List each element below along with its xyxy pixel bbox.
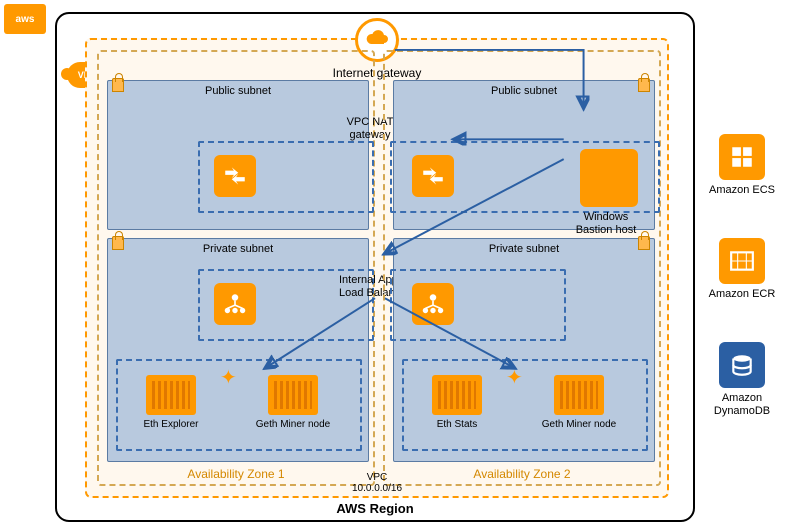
diagram-canvas: aws AWS Region VPC Internet gateway Avai… — [0, 0, 800, 532]
az1-public-label: Public subnet — [205, 85, 271, 97]
geth-miner-icon — [554, 375, 604, 415]
node-group-az2: Eth Stats Geth Miner node — [402, 359, 648, 451]
az1-public-subnet: Public subnet — [107, 80, 369, 230]
geth-miner-label: Geth Miner node — [253, 419, 333, 430]
nat-gateway-icon — [412, 155, 454, 197]
az2-public-label: Public subnet — [491, 85, 557, 97]
az2-public-subnet: Public subnet Windows Bastion host — [393, 80, 655, 230]
bastion-host-icon — [580, 149, 638, 207]
service-ecs: Amazon ECS — [705, 134, 779, 197]
service-ecr: Amazon ECR — [705, 238, 779, 301]
az2-label: Availability Zone 2 — [473, 467, 570, 481]
vpc-container: Internet gateway Availability Zone 1 Pub… — [85, 38, 669, 498]
load-balancer-icon — [214, 283, 256, 325]
lock-icon — [638, 236, 650, 250]
aws-logo: aws — [4, 4, 46, 34]
az1-private-subnet: Private subnet ✦ Eth Explorer Geth Miner… — [107, 238, 369, 462]
nat-gateway-icon — [214, 155, 256, 197]
dynamodb-label: Amazon DynamoDB — [705, 392, 779, 418]
load-balancer-icon — [412, 283, 454, 325]
az1-label: Availability Zone 1 — [187, 467, 284, 481]
eth-stats-icon — [432, 375, 482, 415]
eth-explorer-icon — [146, 375, 196, 415]
ecs-label: Amazon ECS — [705, 184, 779, 197]
node-group-az1: Eth Explorer Geth Miner node — [116, 359, 362, 451]
eth-explorer-label: Eth Explorer — [131, 419, 211, 430]
lock-icon — [638, 78, 650, 92]
az2-private-subnet: Private subnet ✦ Eth Stats Geth Miner no… — [393, 238, 655, 462]
lock-icon — [112, 236, 124, 250]
lock-icon — [112, 78, 124, 92]
ecr-icon — [719, 238, 765, 284]
geth-miner-label: Geth Miner node — [539, 419, 619, 430]
eth-stats-label: Eth Stats — [417, 419, 497, 430]
service-dynamodb: Amazon DynamoDB — [705, 342, 779, 418]
ecs-icon — [719, 134, 765, 180]
bastion-host-label: Windows Bastion host — [564, 211, 648, 237]
vpc-cidr-label: VPC10.0.0.0/16 — [352, 472, 402, 494]
aws-region: AWS Region VPC Internet gateway Availabi… — [55, 12, 695, 522]
availability-zone-2: Availability Zone 2 Public subnet Window… — [383, 50, 661, 486]
az1-private-label: Private subnet — [203, 243, 273, 255]
availability-zone-1: Availability Zone 1 Public subnet Privat… — [97, 50, 375, 486]
az2-private-label: Private subnet — [489, 243, 559, 255]
geth-miner-icon — [268, 375, 318, 415]
dynamodb-icon — [719, 342, 765, 388]
ecr-label: Amazon ECR — [705, 288, 779, 301]
region-label: AWS Region — [336, 501, 413, 516]
